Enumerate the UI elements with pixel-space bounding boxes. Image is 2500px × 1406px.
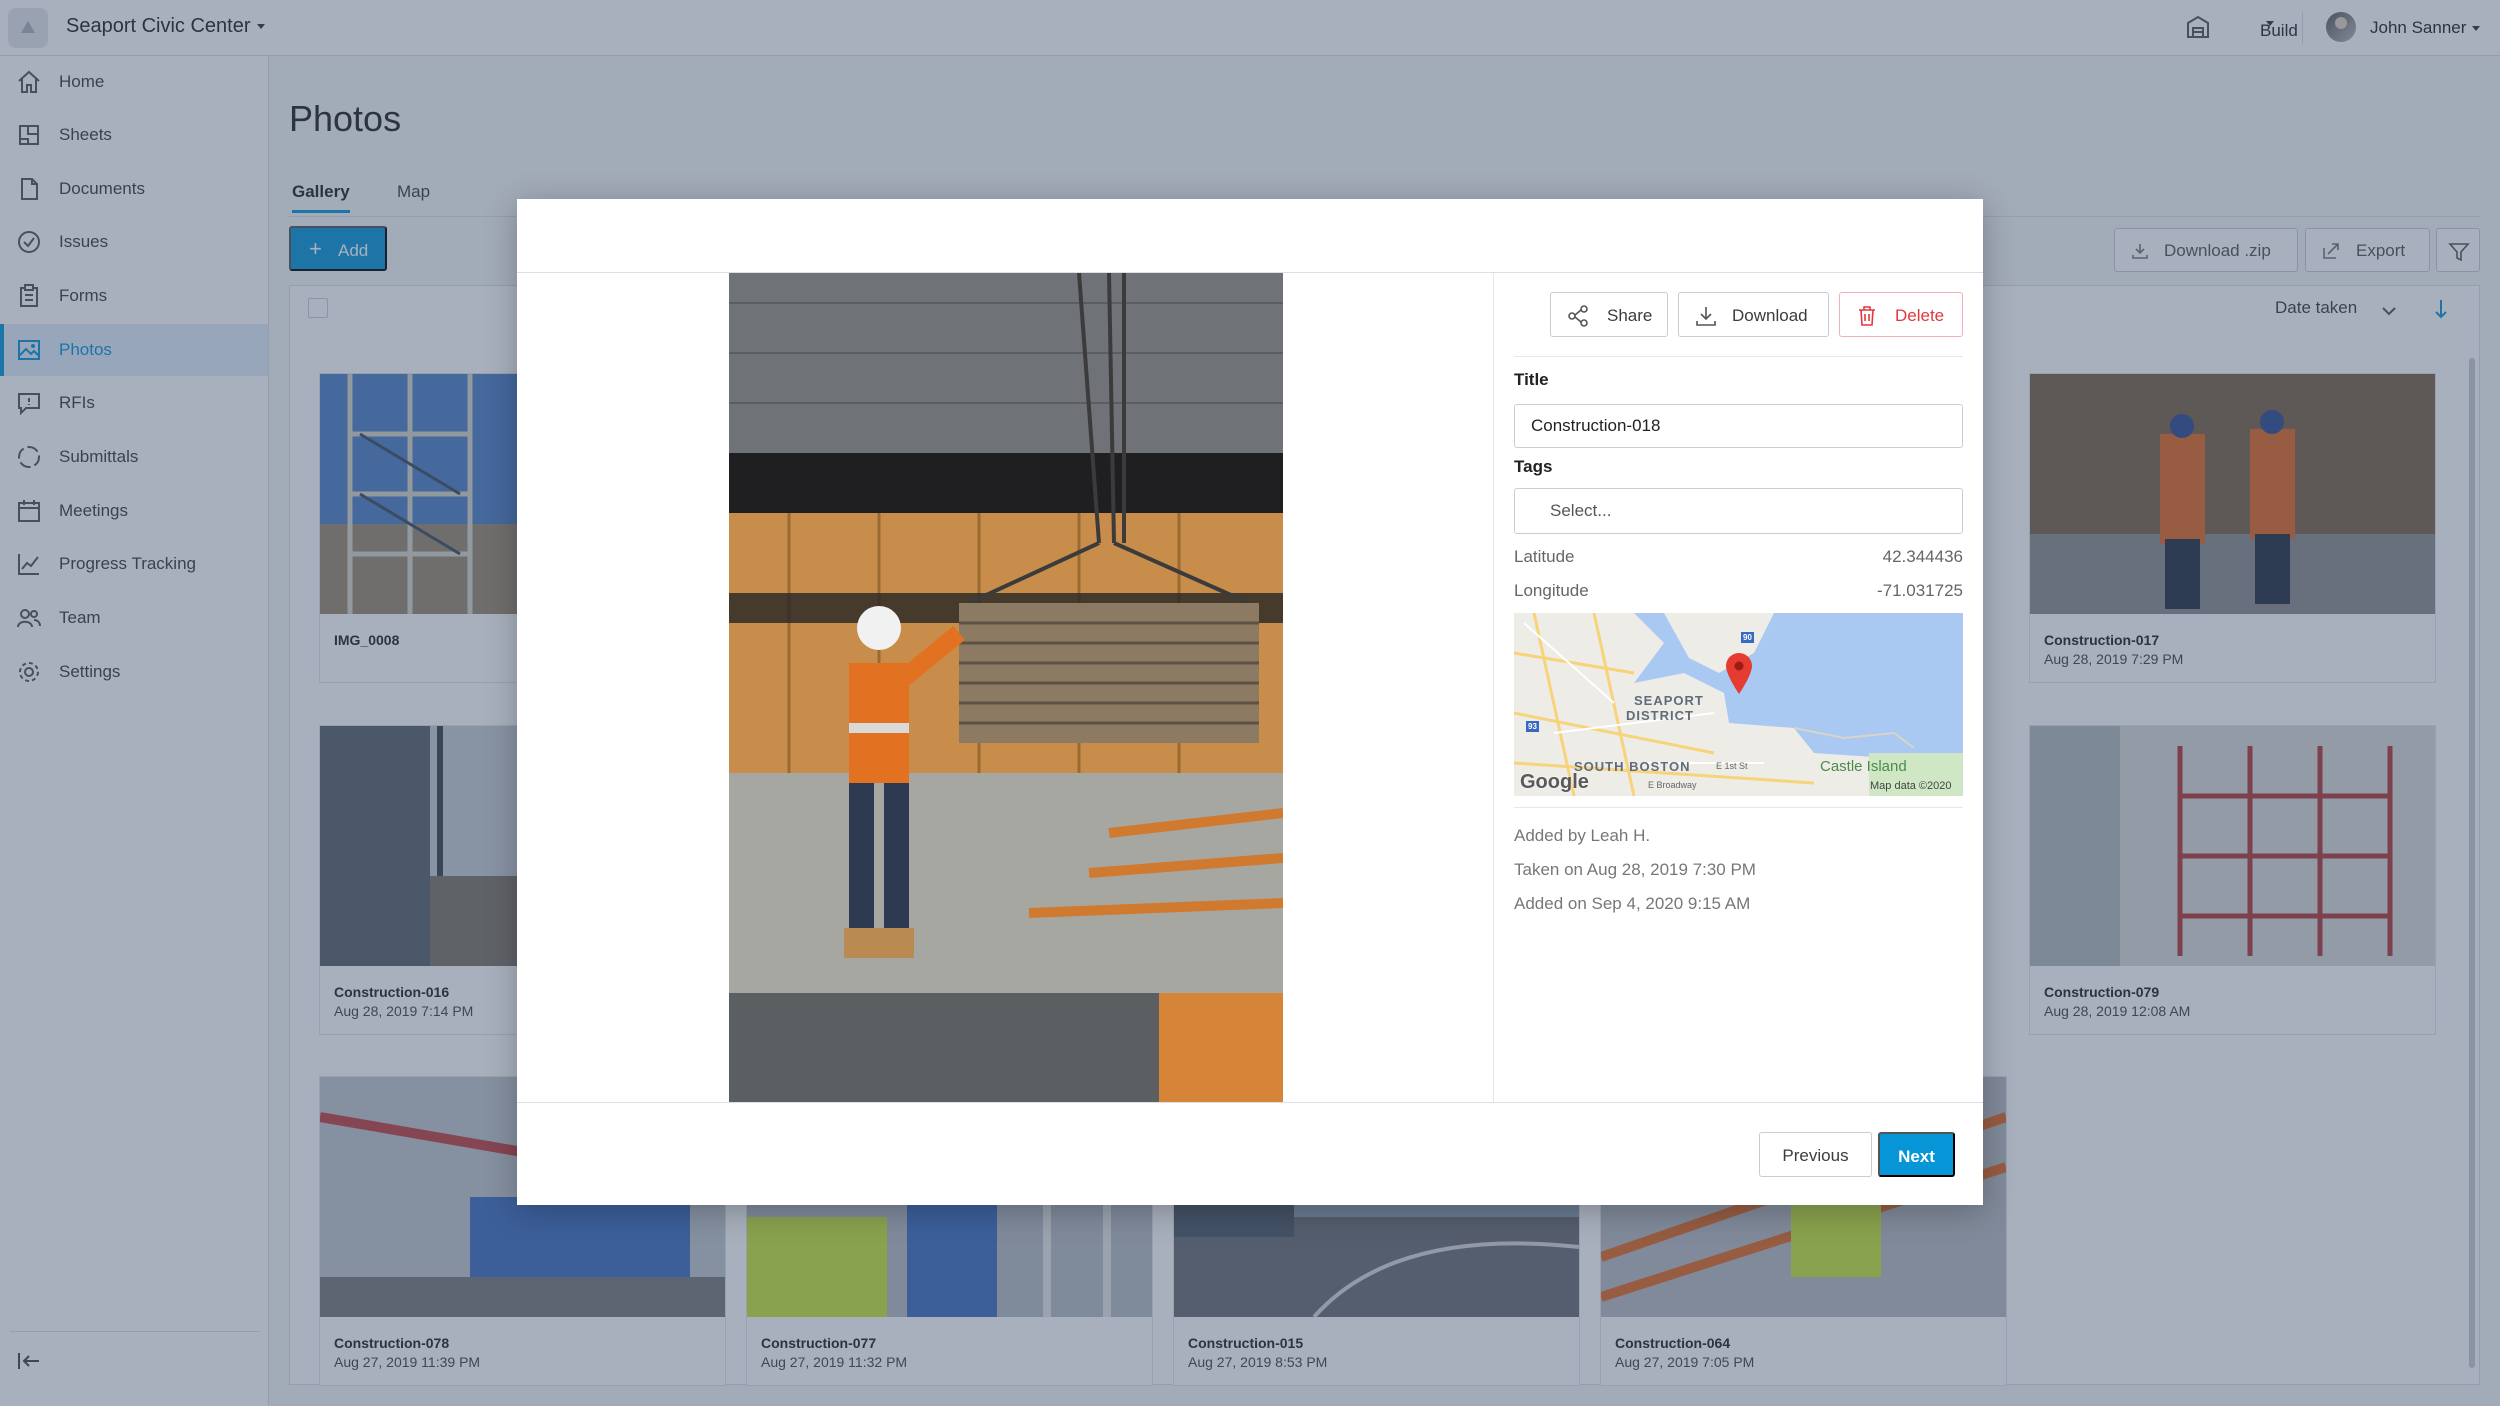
delete-label: Delete	[1895, 306, 1945, 325]
modal-content: Share Download Delete Title Tags Latitud…	[517, 199, 1983, 1205]
google-logo: Google	[1520, 771, 1589, 793]
longitude-label: Longitude	[1514, 581, 1589, 600]
highway-shield-icon: 90	[1741, 632, 1754, 643]
divider	[1514, 807, 1963, 808]
title-field-label: Title	[1514, 370, 1549, 389]
latitude-value: 42.344436	[1882, 547, 1963, 566]
divider	[1514, 356, 1963, 357]
map-label-district: DISTRICT	[1626, 708, 1694, 723]
map-label-seaport: SEAPORT	[1634, 693, 1704, 708]
title-input[interactable]	[1514, 404, 1963, 448]
delete-button[interactable]: Delete	[1839, 292, 1963, 337]
share-icon	[1568, 305, 1588, 327]
map-label-first-st: E 1st St	[1716, 761, 1748, 771]
previous-button[interactable]: Previous	[1759, 1132, 1872, 1177]
added-on: Added on Sep 4, 2020 9:15 AM	[1514, 894, 1751, 913]
trash-icon	[1859, 306, 1875, 326]
location-map[interactable]: SEAPORT DISTRICT SOUTH BOSTON Castle Isl…	[1514, 613, 1963, 796]
highway-shield-icon: 93	[1526, 721, 1539, 732]
map-attribution: Map data ©2020	[1870, 780, 1952, 792]
download-label: Download	[1732, 306, 1808, 325]
longitude-value: -71.031725	[1876, 581, 1963, 600]
next-label: Next	[1898, 1147, 1935, 1166]
share-button[interactable]: Share	[1550, 292, 1668, 337]
taken-on: Taken on Aug 28, 2019 7:30 PM	[1514, 860, 1756, 879]
latitude-label: Latitude	[1514, 547, 1575, 566]
map-pin-icon	[1726, 653, 1752, 694]
divider	[517, 1102, 1983, 1103]
map-label-south-boston: SOUTH BOSTON	[1574, 759, 1691, 774]
share-label: Share	[1607, 306, 1653, 325]
tags-field-label: Tags	[1514, 457, 1553, 476]
map-label-broadway: E Broadway	[1648, 780, 1697, 790]
download-icon	[1696, 307, 1716, 326]
previous-label: Previous	[1782, 1146, 1849, 1165]
next-button[interactable]: Next	[1878, 1132, 1955, 1177]
added-by: Added by Leah H.	[1514, 826, 1651, 845]
map-label-castle-island: Castle Island	[1820, 758, 1907, 775]
tags-select[interactable]	[1514, 488, 1963, 534]
download-button[interactable]: Download	[1678, 292, 1829, 337]
